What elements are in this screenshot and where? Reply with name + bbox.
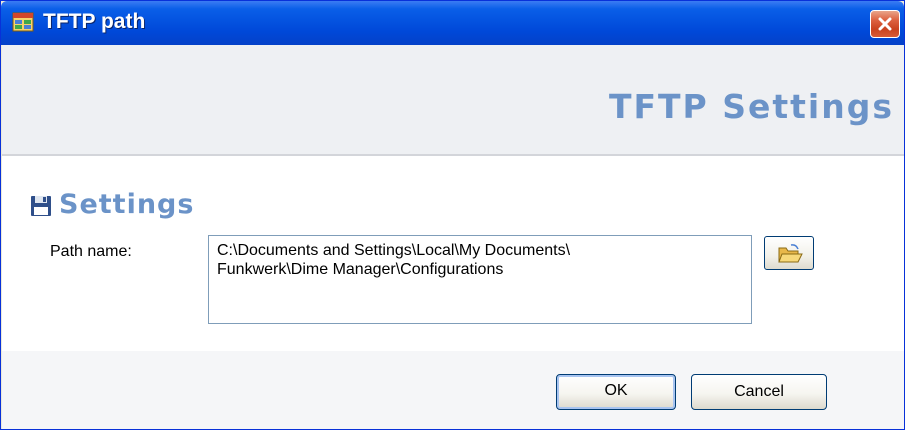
title-bar[interactable]: TFTP path xyxy=(1,1,904,45)
header-title: TFTP Settings xyxy=(608,87,894,126)
cancel-button[interactable]: Cancel xyxy=(691,374,827,410)
open-folder-icon xyxy=(778,244,803,263)
path-name-field[interactable]: C:\Documents and Settings\Local\My Docum… xyxy=(208,235,752,324)
section-title: Settings xyxy=(59,189,195,220)
dialog-window: TFTP path TFTP Settings Settings Path na… xyxy=(0,0,905,430)
close-button[interactable] xyxy=(870,10,900,38)
header-banner: TFTP Settings xyxy=(2,45,904,156)
browse-folder-button[interactable] xyxy=(764,236,814,270)
close-icon xyxy=(878,17,892,31)
floppy-disk-icon xyxy=(30,195,52,217)
path-name-label: Path name: xyxy=(50,243,132,260)
ok-button[interactable]: OK xyxy=(556,374,676,410)
application-window-icon xyxy=(12,11,34,33)
window-title: TFTP path xyxy=(43,10,146,33)
